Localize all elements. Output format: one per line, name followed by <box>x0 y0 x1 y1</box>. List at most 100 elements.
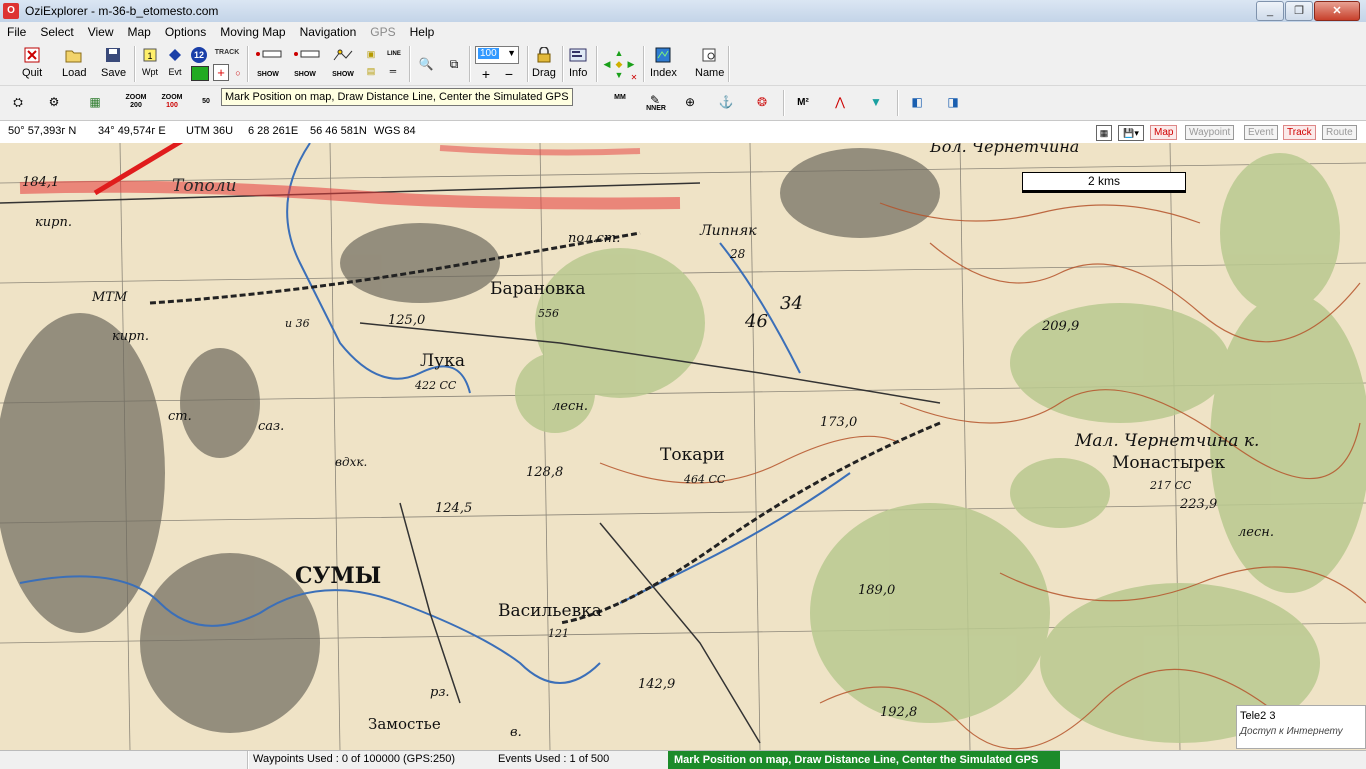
mm-button[interactable]: MM <box>608 94 632 102</box>
mode-map-button[interactable]: Map <box>1150 125 1178 140</box>
separator <box>897 90 899 116</box>
stop-icon[interactable]: ✕ <box>627 70 641 84</box>
map-layer-icon[interactable]: ▦ <box>85 92 105 112</box>
track-show-icon[interactable] <box>291 48 321 60</box>
separator <box>247 751 249 769</box>
save-button[interactable]: Save <box>101 46 126 79</box>
box-icon[interactable]: ▣ <box>364 47 378 61</box>
track-button[interactable]: TRACK <box>214 46 240 58</box>
northing: 56 46 581N <box>310 125 367 137</box>
box-icon-2[interactable]: ▤ <box>364 64 378 78</box>
filter-icon[interactable]: ▼ <box>866 92 886 112</box>
zoom-100-button[interactable]: ZOOM 100 <box>160 94 184 110</box>
menu-bar: File Select View Map Options Moving Map … <box>0 22 1366 41</box>
map-label: 223,9 <box>1180 497 1218 512</box>
waypoint-button[interactable]: 1 Wpt <box>141 46 159 77</box>
dash-icon[interactable]: ═ <box>386 64 400 78</box>
minimize-button[interactable]: _ <box>1256 1 1284 21</box>
map-label: 464 СС <box>684 473 726 486</box>
menu-moving-map[interactable]: Moving Map <box>213 25 292 39</box>
drag-button[interactable]: Drag <box>532 46 556 79</box>
arrow-right-icon[interactable]: ▶ <box>624 57 638 71</box>
name-label: Name <box>695 67 725 79</box>
network-popup[interactable]: Tele2 3 Доступ к Интернету <box>1236 705 1366 749</box>
map-label: Барановка <box>490 279 586 299</box>
event-button[interactable]: Evt <box>166 46 184 77</box>
zoom-200-button[interactable]: ZOOM 200 <box>124 94 148 110</box>
crosshair-target-icon[interactable]: ⊕ <box>680 92 700 112</box>
line-button[interactable]: LINE <box>385 47 403 61</box>
separator <box>409 46 411 82</box>
menu-options[interactable]: Options <box>158 25 213 39</box>
crosshair-icon[interactable]: + <box>213 64 229 81</box>
magnifier-icon[interactable]: 🔍 <box>416 54 436 74</box>
menu-select[interactable]: Select <box>33 25 80 39</box>
menu-map[interactable]: Map <box>121 25 158 39</box>
menu-navigation[interactable]: Navigation <box>293 25 364 39</box>
map-label: кирп. <box>112 329 149 344</box>
restore-button[interactable]: ❐ <box>1285 1 1313 21</box>
gps-count-icon[interactable]: 12 <box>191 47 207 63</box>
menu-file[interactable]: File <box>0 25 33 39</box>
mode-route-button[interactable]: Route <box>1322 125 1357 140</box>
save-dropdown-icon[interactable]: 💾▾ <box>1118 125 1144 141</box>
map-canvas[interactable]: 2 kms 184,1 Тополи кирп. Бол. Чернетчина… <box>0 143 1366 750</box>
gps-connect-icon[interactable]: ⛭ <box>8 92 28 112</box>
show-label: SHOW <box>257 71 279 78</box>
map-label: Бол. Чернетчина <box>930 143 1080 156</box>
profile-chart-icon[interactable]: ⋀ <box>830 92 850 112</box>
zoom-in-icon[interactable]: + <box>479 66 493 82</box>
scale-bar: 2 kms <box>1022 172 1186 193</box>
tooltip: Mark Position on map, Draw Distance Line… <box>221 88 573 106</box>
menu-view[interactable]: View <box>81 25 121 39</box>
circle-icon[interactable]: ○ <box>231 66 245 80</box>
arrow-down-icon[interactable]: ▼ <box>612 68 626 82</box>
close-button[interactable]: ✕ <box>1314 1 1360 21</box>
easting: 6 28 261E <box>248 125 299 137</box>
separator <box>643 46 645 82</box>
menu-gps[interactable]: GPS <box>363 25 402 39</box>
map-label: 189,0 <box>858 583 896 598</box>
waypoint-show-icon[interactable] <box>253 48 283 60</box>
map-prev-icon[interactable]: ◧ <box>907 92 927 112</box>
mode-track-button[interactable]: Track <box>1283 125 1316 140</box>
map-label: Липняк <box>700 223 757 239</box>
route-show-icon[interactable] <box>332 48 354 64</box>
map-label: 142,9 <box>638 677 676 692</box>
zoom-50-button[interactable]: 50 <box>196 98 216 106</box>
network-carrier: Tele2 3 <box>1240 710 1276 722</box>
menu-help[interactable]: Help <box>403 25 442 39</box>
mode-event-button[interactable]: Event <box>1244 125 1278 140</box>
arrow-head <box>0 143 1366 150</box>
map-image-icon[interactable]: ▦ <box>1096 125 1112 141</box>
lifebuoy-icon[interactable]: ❂ <box>752 92 772 112</box>
separator <box>247 46 249 82</box>
map-label: 121 <box>548 627 569 640</box>
zoom-select[interactable]: 100 ▼ <box>475 46 519 64</box>
gps-settings-icon[interactable]: ⚙ <box>44 92 64 112</box>
windows-icon[interactable]: ⧉ <box>444 54 464 74</box>
map-label: 28 <box>730 247 746 261</box>
quit-button[interactable]: Quit <box>22 46 42 79</box>
zoom-out-icon[interactable]: − <box>502 66 516 82</box>
name-button[interactable]: Name <box>695 46 724 79</box>
zoom-100-value: 100 <box>166 102 178 109</box>
index-button[interactable]: Index <box>650 46 677 79</box>
map-next-icon[interactable]: ◨ <box>943 92 963 112</box>
map-label: 128,8 <box>526 465 564 480</box>
map-label: саз. <box>258 419 285 434</box>
area-button[interactable]: M² <box>793 92 813 112</box>
load-button[interactable]: Load <box>62 46 86 79</box>
floppy-icon <box>105 46 123 64</box>
info-button[interactable]: Info <box>569 46 587 79</box>
map-label: 556 <box>538 307 559 320</box>
anchor-icon[interactable]: ⚓ <box>716 92 736 112</box>
main-toolbar: Quit Load Save 1 Wpt Evt 12 TRACK + ○ SH… <box>0 42 1366 86</box>
mode-waypoint-button[interactable]: Waypoint <box>1185 125 1235 140</box>
map-label: 124,5 <box>435 501 473 516</box>
green-screen-icon[interactable] <box>191 66 209 81</box>
chevron-down-icon: ▼ <box>507 48 516 58</box>
zoom-200-value: 200 <box>130 102 142 109</box>
title-bar: O OziExplorer - m-36-b_etomesto.com _ ❐ … <box>0 0 1366 23</box>
datum: WGS 84 <box>374 125 416 137</box>
